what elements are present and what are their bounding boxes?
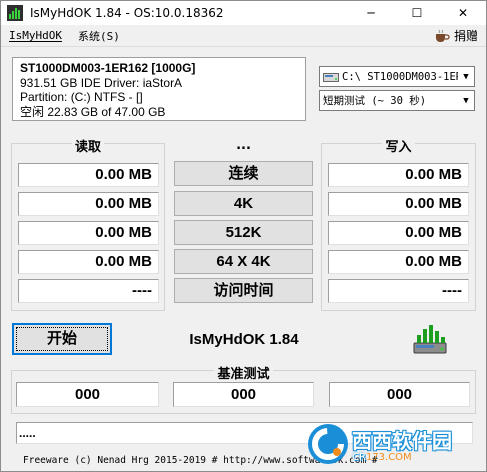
chevron-down-icon: ▼: [463, 95, 469, 106]
512k-button[interactable]: 512K: [174, 220, 313, 245]
write-group-title: 写入: [382, 139, 415, 154]
read-sequential-value: 0.00 MB: [18, 163, 159, 187]
read-access-time-value: ----: [18, 279, 159, 303]
read-512k-value: 0.00 MB: [18, 221, 159, 245]
app-icon: [7, 5, 23, 21]
app-name-label: IsMyHdOK 1.84: [189, 331, 299, 348]
benchmark-title: 基准测试: [214, 366, 273, 381]
watermark: 西西软件园 CR173.COM: [306, 421, 482, 467]
benchmark-total-value: 000: [173, 382, 314, 407]
watermark-sub-prefix: CR: [352, 452, 366, 463]
read-4k-value: 0.00 MB: [18, 192, 159, 216]
start-button[interactable]: 开始: [12, 323, 112, 355]
title-bar: IsMyHdOK 1.84 - OS:10.0.18362 ─ ☐ ✕: [1, 1, 486, 25]
access-time-button[interactable]: 访问时间: [174, 278, 313, 303]
write-4k-value: 0.00 MB: [328, 192, 469, 216]
drive-info-panel: ST1000DM003-1ER162 [1000G] 931.51 GB IDE…: [12, 57, 306, 121]
write-64x4k-value: 0.00 MB: [328, 250, 469, 274]
drive-free-space: 空闲 22.83 GB of 47.00 GB: [20, 104, 166, 119]
app-window: IsMyHdOK 1.84 - OS:10.0.18362 ─ ☐ ✕ IsMy…: [0, 0, 487, 472]
benchmark-read-value: 000: [16, 382, 159, 407]
read-group: 读取 0.00 MB 0.00 MB 0.00 MB 0.00 MB ----: [11, 139, 165, 311]
drive-partition: Partition: (C:) NTFS - []: [20, 90, 143, 104]
drive-select[interactable]: C:\ ST1000DM003-1ER ▼: [319, 66, 475, 87]
drive-select-value: C:\ ST1000DM003-1ER: [342, 70, 458, 83]
write-access-time-value: ----: [328, 279, 469, 303]
watermark-main-text: 西西软件园: [352, 429, 452, 453]
donate-label: 捐赠: [453, 29, 478, 43]
benchmark-write-value: 000: [329, 382, 470, 407]
maximize-button[interactable]: ☐: [394, 1, 440, 25]
watermark-sub-suffix: 173.COM: [365, 452, 412, 463]
hdd-benchmark-icon: [413, 325, 447, 354]
middle-dots: ...: [236, 138, 251, 153]
sequential-button[interactable]: 连续: [174, 161, 313, 186]
minimize-button[interactable]: ─: [348, 1, 394, 25]
drive-model: ST1000DM003-1ER162 [1000G]: [20, 61, 196, 75]
chevron-down-icon: ▼: [463, 71, 469, 82]
4k-button[interactable]: 4K: [174, 191, 313, 216]
write-512k-value: 0.00 MB: [328, 221, 469, 245]
read-group-title: 读取: [71, 139, 104, 154]
64x4k-button[interactable]: 64 X 4K: [174, 249, 313, 274]
read-64x4k-value: 0.00 MB: [18, 250, 159, 274]
test-duration-value: 短期测试 (~ 30 秒): [323, 95, 427, 107]
donate-menu[interactable]: 捐赠: [434, 27, 478, 44]
write-sequential-value: 0.00 MB: [328, 163, 469, 187]
watermark-logo-icon: [308, 424, 348, 464]
menu-item-system[interactable]: 系统(S): [70, 28, 128, 44]
coffee-cup-icon: [435, 29, 450, 42]
test-duration-select[interactable]: 短期测试 (~ 30 秒) ▼: [319, 90, 475, 111]
menu-bar: IsMyHdOK 系统(S) 捐赠: [1, 25, 486, 47]
close-button[interactable]: ✕: [440, 1, 486, 25]
menu-item-ismyhdok[interactable]: IsMyHdOK: [1, 29, 70, 42]
hard-drive-icon: [323, 72, 339, 82]
drive-capacity: 931.51 GB IDE Driver: iaStorA: [20, 75, 183, 90]
write-group: 写入 0.00 MB 0.00 MB 0.00 MB 0.00 MB ----: [321, 139, 476, 311]
window-title: IsMyHdOK 1.84 - OS:10.0.18362: [30, 6, 224, 20]
